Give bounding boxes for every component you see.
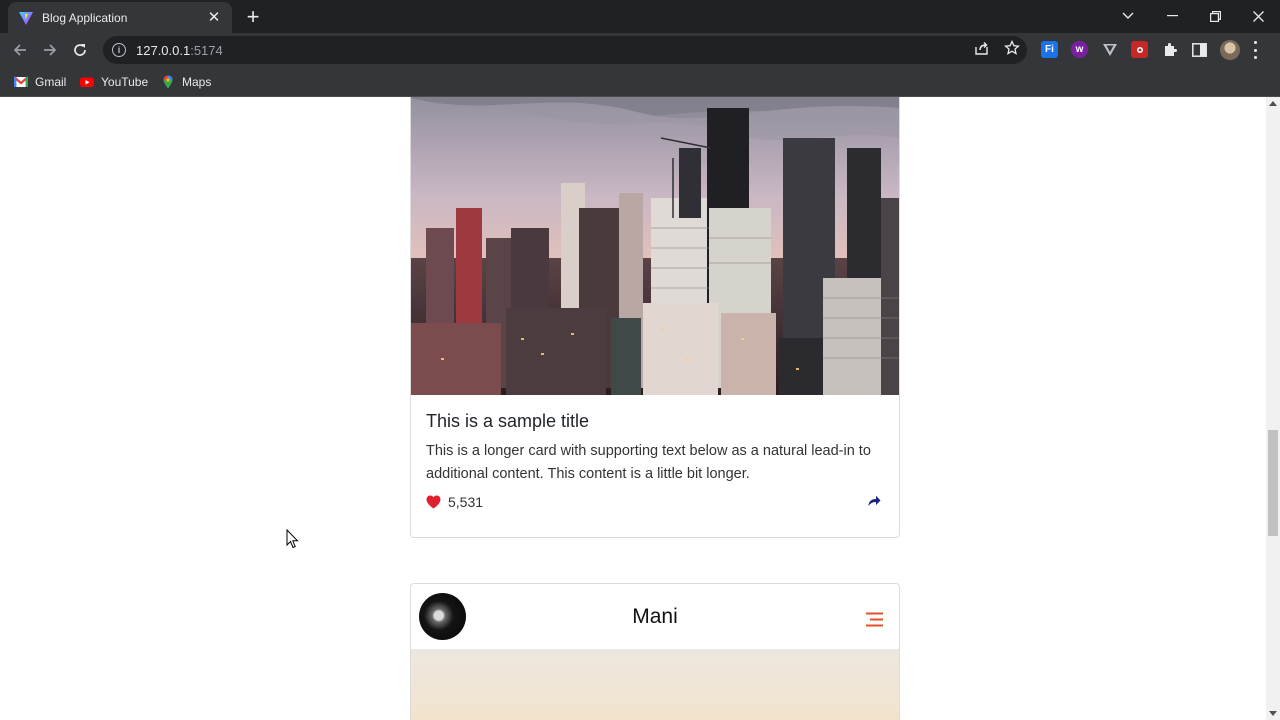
bookmark-label: Gmail — [35, 75, 67, 89]
tab-blog-application[interactable]: Blog Application ✕ — [8, 2, 232, 33]
close-window-icon[interactable] — [1236, 0, 1280, 32]
tab-title: Blog Application — [42, 10, 128, 25]
v-extension-icon[interactable] — [1101, 41, 1118, 58]
new-tab-icon[interactable]: + — [243, 6, 263, 28]
bookmark-label: YouTube — [101, 75, 149, 89]
page-scrollbar[interactable] — [1266, 97, 1280, 720]
browser-toolbar: i 127.0.0.1 :5174 Fi w — [0, 33, 1280, 66]
w-extension-icon[interactable]: w — [1071, 41, 1088, 58]
avatar[interactable] — [419, 593, 466, 640]
share-page-icon[interactable] — [973, 39, 991, 57]
post-card: This is a sample title This is a longer … — [410, 97, 900, 538]
minimize-icon[interactable] — [1150, 0, 1194, 32]
scrollbar-thumb[interactable] — [1268, 430, 1278, 536]
page-viewport: This is a sample title This is a longer … — [0, 97, 1266, 720]
forward-icon[interactable] — [37, 37, 63, 63]
share-icon[interactable] — [868, 495, 881, 507]
post-text: This is a longer card with supporting te… — [426, 443, 871, 482]
like-count: 5,531 — [448, 494, 484, 510]
restore-icon[interactable] — [1193, 0, 1237, 32]
vite-favicon-icon — [19, 11, 33, 25]
tab-close-icon[interactable]: ✕ — [206, 9, 222, 26]
post-card: Mani — [410, 583, 900, 720]
youtube-icon — [80, 77, 94, 87]
url-host: 127.0.0.1 — [136, 42, 191, 58]
bookmarks-bar: Gmail YouTube Maps — [0, 66, 1280, 97]
post-title: This is a sample title — [426, 411, 590, 431]
sky-image — [411, 650, 899, 720]
bookmark-maps[interactable]: Maps — [161, 72, 211, 92]
post-header: Mani — [411, 584, 899, 650]
address-bar[interactable]: i 127.0.0.1 :5174 — [103, 36, 1027, 64]
red-extension-icon[interactable] — [1131, 41, 1148, 58]
city-skyline-image — [411, 97, 899, 395]
side-panel-icon[interactable] — [1191, 41, 1208, 58]
scroll-up-icon[interactable] — [1269, 101, 1277, 106]
heart-icon[interactable] — [426, 495, 441, 509]
bookmark-youtube[interactable]: YouTube — [80, 72, 148, 92]
tab-strip: Blog Application ✕ + — [0, 0, 1280, 33]
site-info-icon[interactable]: i — [112, 43, 126, 57]
back-icon[interactable] — [7, 37, 33, 63]
scroll-down-icon[interactable] — [1269, 711, 1277, 716]
bookmark-star-icon[interactable] — [1003, 39, 1021, 57]
post-author: Mani — [632, 604, 678, 628]
extensions-puzzle-icon[interactable] — [1161, 41, 1178, 58]
profile-avatar[interactable] — [1220, 40, 1240, 60]
reload-icon[interactable] — [67, 37, 93, 63]
gmail-icon — [14, 76, 28, 87]
bookmark-label: Maps — [182, 75, 212, 89]
menu-icon[interactable] — [866, 612, 883, 627]
tab-search-icon[interactable] — [1106, 0, 1150, 32]
post-footer: 5,531 — [426, 492, 884, 512]
maps-icon — [163, 75, 173, 89]
url-port: :5174 — [190, 42, 223, 58]
mouse-cursor-icon — [286, 529, 299, 549]
fi-extension-icon[interactable]: Fi — [1041, 41, 1058, 58]
bookmark-gmail[interactable]: Gmail — [14, 72, 66, 92]
browser-menu-icon[interactable] — [1252, 41, 1258, 59]
